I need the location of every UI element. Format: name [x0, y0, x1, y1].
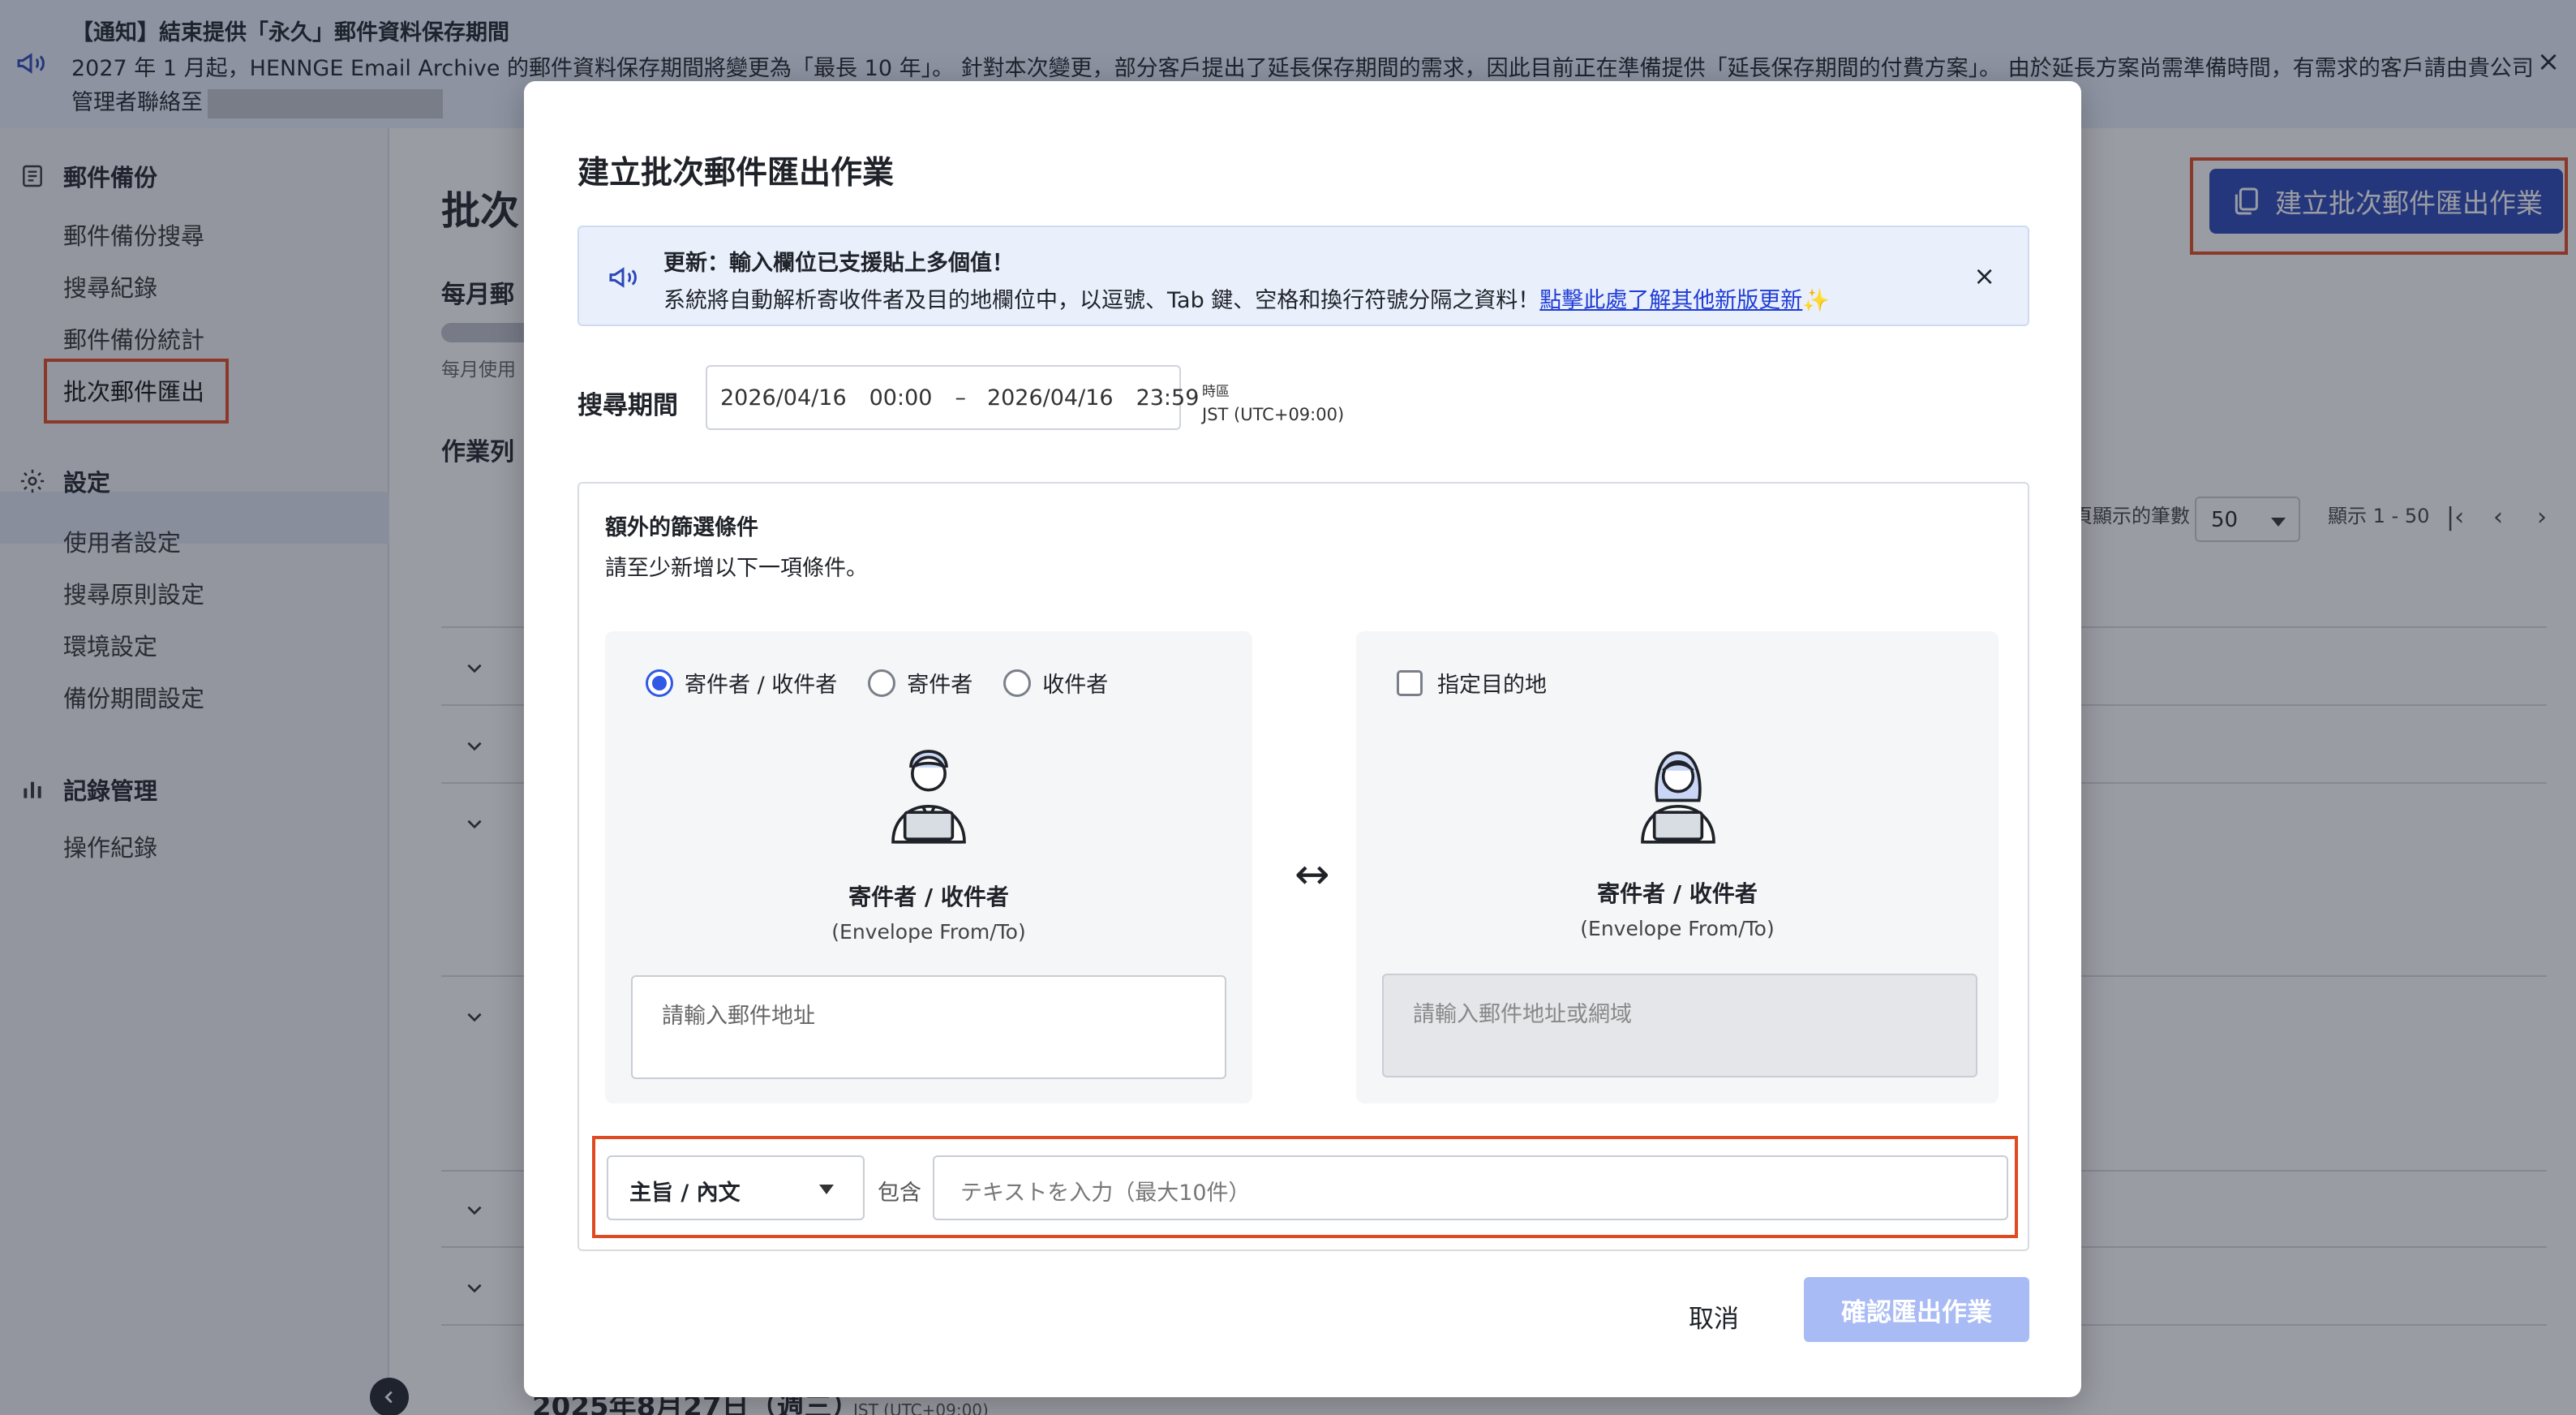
create-export-modal: 建立批次郵件匯出作業 更新：輸入欄位已支援貼上多個值！ 系統將自動解析寄收件者及… [524, 81, 2081, 1397]
direction-radio-group: 寄件者 / 收件者 寄件者 收件者 [646, 667, 1139, 699]
person-laptop-icon [1641, 751, 1715, 844]
sender-address-input[interactable]: 請輸入郵件地址 [631, 975, 1226, 1079]
keyword-operator: 包含 [878, 1181, 921, 1206]
person-laptop-icon [891, 750, 966, 844]
start-time: 00:00 [869, 385, 933, 411]
keyword-filter-row: 主旨 / 內文 包含 テキストを入力（最大10件） [592, 1136, 2018, 1238]
sender-recipient-panel: 寄件者 / 收件者 寄件者 收件者 寄件者 / 收件者 (Envelope Fr… [605, 631, 1252, 1103]
info-text: 系統將自動解析寄收件者及目的地欄位中，以逗號、Tab 鍵、空格和換行符號分隔之資… [663, 288, 1830, 313]
radio-recipient[interactable] [1003, 669, 1032, 697]
destination-address-input: 請輸入郵件地址或網域 [1382, 974, 1977, 1077]
info-close-icon[interactable]: × [1973, 260, 1995, 292]
modal-title: 建立批次郵件匯出作業 [577, 155, 895, 191]
end-time: 23:59 [1136, 385, 1200, 411]
start-date: 2026/04/16 [720, 385, 847, 411]
sender-recipient-title: 寄件者 / 收件者 [848, 884, 1009, 910]
release-notes-link[interactable]: 點擊此處了解其他新版更新 [1539, 288, 1802, 313]
megaphone-icon [609, 267, 637, 288]
period-range-picker[interactable]: 2026/04/16 00:00 – 2026/04/16 23:59 [706, 365, 1199, 430]
destination-checkbox-row[interactable]: 指定目的地 [1397, 667, 1547, 699]
radio-sender-recipient[interactable] [646, 669, 673, 697]
sender-recipient-subtitle: (Envelope From/To) [831, 920, 1026, 944]
destination-title: 寄件者 / 收件者 [1597, 880, 1758, 907]
destination-subtitle: (Envelope From/To) [1580, 917, 1775, 940]
radio-sender[interactable] [868, 669, 896, 697]
filter-title: 額外的篩選條件 [605, 515, 758, 540]
extra-filter-section: 額外的篩選條件 請至少新增以下一項條件。 寄件者 / 收件者 寄件者 收件者 寄… [577, 482, 2029, 1251]
destination-panel: 指定目的地 寄件者 / 收件者 (Envelope From/To) 請輸入郵件… [1356, 631, 1999, 1103]
caret-down-icon [819, 1185, 834, 1194]
range-separator: – [955, 385, 966, 411]
destination-checkbox[interactable] [1397, 669, 1423, 696]
update-info-banner: 更新：輸入欄位已支援貼上多個值！ 系統將自動解析寄收件者及目的地欄位中，以逗號、… [577, 226, 2029, 326]
timezone: 時區 JST (UTC+09:00) [1202, 384, 1345, 424]
info-headline: 更新：輸入欄位已支援貼上多個值！ [663, 251, 1014, 276]
cancel-button[interactable]: 取消 [1689, 1298, 1739, 1335]
keyword-input[interactable]: テキストを入力（最大10件） [933, 1155, 2008, 1220]
end-date: 2026/04/16 [986, 385, 1114, 411]
sparkle-icon: ✨ [1802, 288, 1830, 313]
period-label: 搜尋期間 [577, 391, 678, 420]
keyword-field-select[interactable]: 主旨 / 內文 [607, 1155, 865, 1220]
filter-subtitle: 請至少新增以下一項條件。 [605, 556, 868, 581]
confirm-export-button[interactable]: 確認匯出作業 [1804, 1277, 2029, 1342]
bidirectional-arrow-icon: ↔ [1294, 850, 1330, 899]
